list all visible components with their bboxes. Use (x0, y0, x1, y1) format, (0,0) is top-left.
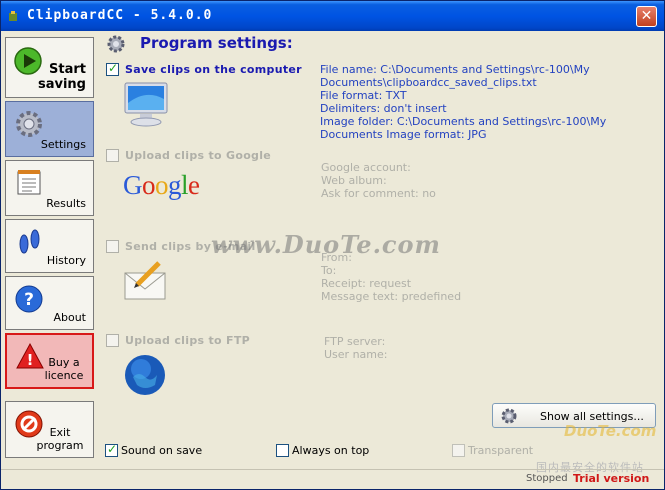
save-info-line: Delimiters: don't insert (320, 102, 447, 115)
envelope-icon (124, 261, 166, 300)
upload-google-checkbox[interactable] (106, 149, 119, 162)
corner-watermark: DuoTe.com (534, 418, 662, 462)
save-info-line: Image folder: C:\Documents and Settings\… (320, 115, 607, 128)
sidebar-item-label: Start saving (37, 62, 86, 92)
save-clips-checkbox[interactable] (106, 61, 119, 76)
sidebar-item-exit[interactable]: Exit program (5, 401, 94, 458)
google-info-line: Ask for comment: no (321, 187, 436, 200)
sidebar-item-label: About (53, 311, 86, 324)
upload-ftp-checkbox[interactable] (106, 334, 119, 347)
gear-icon (501, 408, 517, 424)
window-title: ClipboardCC - 5.4.0.0 (27, 8, 213, 23)
section-title-google: Upload clips to Google (125, 149, 272, 162)
corner-watermark-site: DuoTe.com (564, 422, 657, 440)
help-icon: ? (15, 285, 43, 313)
sidebar-item-start-saving[interactable]: Start saving (5, 37, 94, 98)
google-logo: Google (123, 170, 200, 200)
sidebar-item-label: History (46, 254, 86, 267)
sidebar-item-results[interactable]: Results (5, 160, 94, 216)
ftp-info-line: User name: (324, 348, 388, 361)
settings-gear-icon (107, 35, 125, 53)
sidebar-item-label: Exit program (36, 426, 84, 452)
sidebar-item-buy-licence[interactable]: ! Buy a licence (5, 333, 94, 389)
svg-text:!: ! (27, 351, 34, 369)
sidebar-item-label: Buy a licence (44, 356, 84, 382)
section-title-ftp: Upload clips to FTP (125, 334, 250, 347)
email-info-line: Receipt: request (321, 277, 412, 290)
status-bar: Stopped Trial version (1, 469, 664, 489)
globe-icon (125, 355, 165, 395)
monitor-icon (124, 82, 168, 127)
sidebar-item-settings[interactable]: Settings (5, 101, 94, 157)
title-bar[interactable]: ClipboardCC - 5.4.0.0 ✕ (1, 1, 664, 31)
always-on-top-label[interactable]: Always on top (292, 444, 369, 457)
section-title-save: Save clips on the computer (125, 63, 302, 76)
save-info-line: File name: C:\Documents and Settings\rc-… (320, 63, 590, 76)
notepad-icon (17, 170, 41, 195)
email-info-line: To: (321, 264, 337, 277)
sidebar-item-label: Results (46, 197, 86, 210)
footprints-icon (19, 229, 40, 254)
save-info-line: Documents Image format: JPG (320, 128, 487, 141)
save-info-line: Documents\clipboardcc_saved_clips.txt (320, 76, 537, 89)
sidebar-item-history[interactable]: History (5, 219, 94, 273)
trial-version-badge: Trial version (573, 472, 650, 485)
always-on-top-checkbox[interactable] (276, 444, 289, 457)
svg-text:?: ? (24, 290, 34, 310)
watermark-text: www.DuoTe.com (211, 230, 441, 259)
ftp-info-line: FTP server: (324, 335, 386, 348)
status-state: Stopped (526, 473, 568, 484)
save-info-line: File format: TXT (320, 89, 407, 102)
google-info-line: Google account: (321, 161, 411, 174)
sound-on-save-checkbox[interactable] (105, 442, 118, 457)
gear-icon (16, 111, 42, 137)
app-icon (9, 11, 17, 21)
transparent-label[interactable]: Transparent (468, 444, 533, 457)
send-email-checkbox[interactable] (106, 240, 119, 253)
sidebar-item-about[interactable]: ? About (5, 276, 94, 330)
email-info-line: Message text: predefined (321, 290, 462, 303)
google-info-line: Web album: (321, 174, 387, 187)
sound-on-save-label[interactable]: Sound on save (121, 444, 202, 457)
close-button[interactable]: ✕ (636, 6, 657, 27)
warning-icon: ! (16, 342, 44, 369)
sidebar-item-label: Settings (40, 138, 86, 151)
transparent-checkbox[interactable] (452, 444, 465, 457)
app-window: ClipboardCC - 5.4.0.0 ✕ Start saving Sett… (0, 0, 665, 490)
page-title: Program settings: (140, 34, 293, 52)
